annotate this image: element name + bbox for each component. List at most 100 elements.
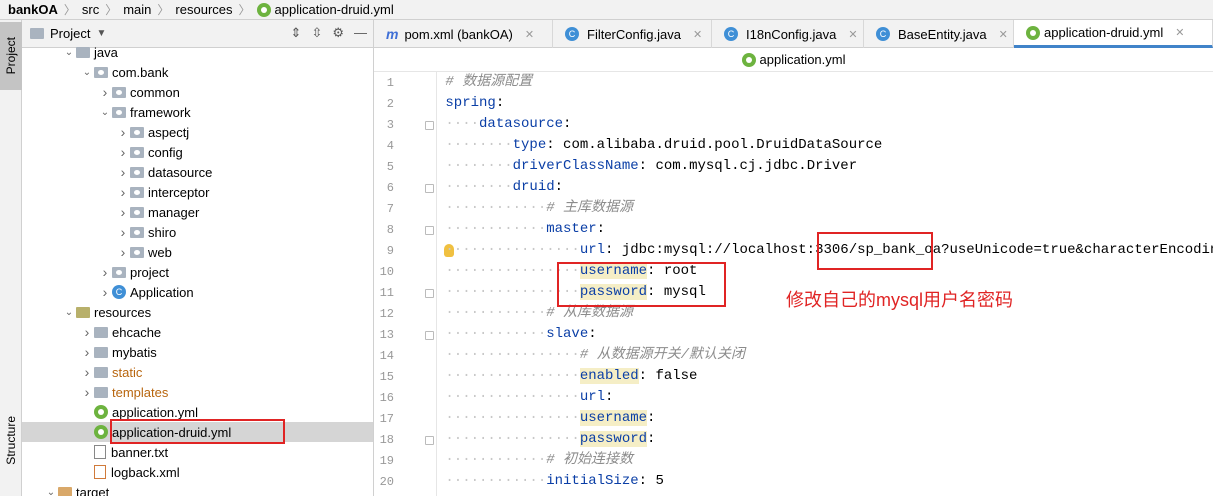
chevron-down-icon[interactable]: ⌄ xyxy=(62,307,76,318)
breadcrumb-item[interactable]: main xyxy=(123,2,151,17)
fold-marker-icon[interactable] xyxy=(425,331,434,340)
editor-tab[interactable]: m pom.xml (bankOA) ✕ xyxy=(374,20,553,48)
tree-item[interactable]: › C Application xyxy=(22,282,373,302)
tree-item[interactable]: › ehcache xyxy=(22,322,373,342)
fold-marker-icon[interactable] xyxy=(425,121,434,130)
resources-folder-icon xyxy=(76,306,90,318)
editor-tab[interactable]: C BaseEntity.java ✕ xyxy=(864,20,1014,48)
folder-icon xyxy=(94,346,108,358)
tree-item[interactable]: banner.txt xyxy=(22,442,373,462)
folder-icon xyxy=(76,46,90,58)
folder-icon xyxy=(94,326,108,338)
project-panel-title[interactable]: Project xyxy=(50,26,90,41)
line-number: 4 xyxy=(386,139,394,153)
chevron-right-icon[interactable]: › xyxy=(80,364,94,380)
yaml-separator: : xyxy=(563,116,572,132)
code-line[interactable]: ····datasource: xyxy=(437,114,1213,135)
breadcrumb-item-label: src xyxy=(81,2,100,17)
structure-tool-tab[interactable]: Structure xyxy=(0,400,22,480)
project-tool-tab[interactable]: Project xyxy=(0,22,22,90)
code-line[interactable]: ············slave: xyxy=(437,324,1213,345)
code-line[interactable]: spring: xyxy=(437,93,1213,114)
fold-marker-icon[interactable] xyxy=(425,289,434,298)
close-icon[interactable]: ✕ xyxy=(1175,26,1184,39)
indent-guide: ············ xyxy=(437,326,547,342)
fold-marker-icon[interactable] xyxy=(425,184,434,193)
breadcrumb-item[interactable]: resources xyxy=(175,2,232,17)
code-line[interactable]: ················url: xyxy=(437,387,1213,408)
close-icon[interactable]: ✕ xyxy=(848,28,857,41)
collapse-all-icon[interactable]: ⇳ xyxy=(311,25,322,41)
chevron-down-icon[interactable]: ⌄ xyxy=(44,487,58,496)
editor-tab[interactable]: C I18nConfig.java ✕ xyxy=(712,20,864,48)
chevron-down-icon[interactable]: ⌄ xyxy=(62,47,76,58)
close-icon[interactable]: ✕ xyxy=(999,28,1008,41)
chevron-down-icon[interactable]: ⌄ xyxy=(98,107,112,118)
chevron-right-icon[interactable]: › xyxy=(116,124,130,140)
chevron-right-icon[interactable]: › xyxy=(80,344,94,360)
expand-all-icon[interactable]: ⇕ xyxy=(291,25,302,41)
breadcrumb-item[interactable]: src xyxy=(82,2,99,17)
chevron-down-icon[interactable]: ▼ xyxy=(96,28,106,39)
tree-item[interactable]: › static xyxy=(22,362,373,382)
chevron-right-icon[interactable]: › xyxy=(116,244,130,260)
close-icon[interactable]: ✕ xyxy=(525,28,534,41)
chevron-right-icon[interactable]: › xyxy=(116,144,130,160)
close-icon[interactable]: ✕ xyxy=(693,28,702,41)
editor-file-breadcrumb-label[interactable]: application.yml xyxy=(760,52,846,67)
tree-item[interactable]: › templates xyxy=(22,382,373,402)
chevron-right-icon[interactable]: › xyxy=(80,384,94,400)
line-number: 2 xyxy=(386,97,394,111)
tree-item[interactable]: ⌄ target xyxy=(22,482,373,496)
chevron-right-icon[interactable]: › xyxy=(98,284,112,300)
tree-item[interactable]: logback.xml xyxy=(22,462,373,482)
tree-item[interactable]: › web xyxy=(22,242,373,262)
yaml-key: username xyxy=(579,410,648,426)
tree-item[interactable]: › datasource xyxy=(22,162,373,182)
code-line[interactable]: ················enabled: false xyxy=(437,366,1213,387)
fold-marker-icon[interactable] xyxy=(425,226,434,235)
chevron-right-icon[interactable]: › xyxy=(116,204,130,220)
chevron-right-icon[interactable]: › xyxy=(98,84,112,100)
tree-item[interactable]: › config xyxy=(22,142,373,162)
code-line[interactable]: ············# 主库数据源 xyxy=(437,198,1213,219)
chevron-right-icon[interactable]: › xyxy=(116,164,130,180)
chevron-down-icon[interactable]: ⌄ xyxy=(80,67,94,78)
code-line[interactable]: ········druid: xyxy=(437,177,1213,198)
code-line[interactable]: # 数据源配置 xyxy=(437,72,1213,93)
code-line[interactable]: ········driverClassName: com.mysql.cj.jd… xyxy=(437,156,1213,177)
xml-file-icon xyxy=(94,465,106,479)
tree-item[interactable]: › aspectj xyxy=(22,122,373,142)
chevron-right-icon[interactable]: › xyxy=(116,224,130,240)
chevron-right-icon[interactable]: › xyxy=(98,264,112,280)
indent-guide: ················ xyxy=(437,347,580,363)
tree-item[interactable]: ⌄ com.bank xyxy=(22,62,373,82)
tree-item[interactable]: ⌄ resources xyxy=(22,302,373,322)
breadcrumb-item[interactable]: application-druid.yml xyxy=(256,2,394,17)
code-line[interactable]: ········type: com.alibaba.druid.pool.Dru… xyxy=(437,135,1213,156)
editor-tab[interactable]: C FilterConfig.java ✕ xyxy=(553,20,712,48)
code-line[interactable]: ············# 初始连接数 xyxy=(437,450,1213,471)
tree-item[interactable]: › mybatis xyxy=(22,342,373,362)
chevron-right-icon[interactable]: › xyxy=(116,184,130,200)
breadcrumb-item[interactable]: bankOA xyxy=(8,2,58,17)
code-line[interactable]: ················password: xyxy=(437,429,1213,450)
minimize-icon[interactable]: — xyxy=(354,25,367,41)
tree-item[interactable]: › common xyxy=(22,82,373,102)
tree-item[interactable]: ⌄ java xyxy=(22,42,373,62)
code-line[interactable]: ············initialSize: 5 xyxy=(437,471,1213,492)
fold-marker-icon[interactable] xyxy=(425,436,434,445)
tree-item[interactable]: › manager xyxy=(22,202,373,222)
editor-tab[interactable]: application-druid.yml ✕ xyxy=(1014,20,1213,48)
tree-item[interactable]: › shiro xyxy=(22,222,373,242)
code-line[interactable]: ················username: xyxy=(437,408,1213,429)
chevron-right-icon: 〉 xyxy=(63,3,76,17)
tree-item[interactable]: › interceptor xyxy=(22,182,373,202)
chevron-right-icon[interactable]: › xyxy=(80,324,94,340)
yml-icon xyxy=(741,52,756,67)
tree-item[interactable]: › project xyxy=(22,262,373,282)
gear-icon[interactable]: ⚙ xyxy=(332,25,344,41)
tree-item[interactable]: ⌄ framework xyxy=(22,102,373,122)
tree-item-label: shiro xyxy=(148,224,177,240)
code-line[interactable]: ················# 从数据源开关/默认关闭 xyxy=(437,345,1213,366)
